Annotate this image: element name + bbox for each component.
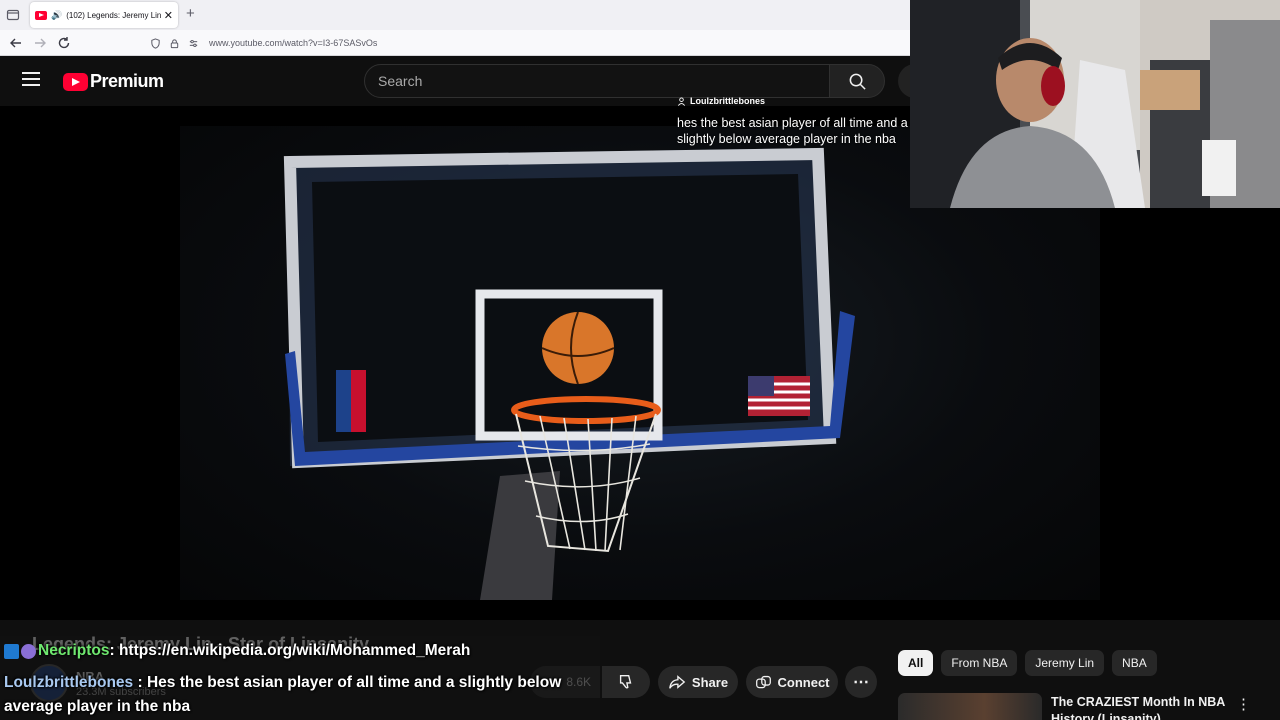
new-tab-icon[interactable]: + [186,5,195,22]
more-actions-button[interactable]: ⋯ [845,666,877,698]
forward-arrow-icon[interactable] [32,35,48,51]
chat-badge-icon [21,643,36,659]
back-arrow-icon[interactable] [8,35,24,51]
share-label: Share [691,674,729,690]
lock-icon[interactable] [169,38,180,49]
chat-notification: Loulzbrittlebones hes the best asian pla… [677,96,915,147]
youtube-play-icon [63,72,88,91]
brand-label: Premium [90,71,164,91]
user-icon [677,96,686,106]
browser-tab-active[interactable]: 🔊 (102) Legends: Jeremy Lin - Star of Li… [30,2,178,28]
search-box [364,64,830,98]
chat-badge-icon [4,643,19,659]
search-icon [849,73,866,90]
hamburger-menu-icon[interactable] [22,72,40,86]
chip-all[interactable]: All [898,650,934,676]
recommendation-thumbnail[interactable] [898,693,1042,720]
chat-username: Loulzbrittlebones [4,674,134,691]
close-tab-icon[interactable]: ✕ [164,9,173,22]
dislike-button[interactable] [602,666,650,698]
webcam-overlay [910,0,1280,208]
speaker-icon[interactable]: 🔊 [51,10,62,21]
browser-nav-bar: www.youtube.com/watch?v=I3-67SASvOs [0,30,910,56]
search-input[interactable] [365,65,829,97]
connect-button[interactable]: Connect [746,666,838,698]
recommendation-menu-icon[interactable]: ⋮ [1236,695,1251,713]
youtube-favicon-icon [35,10,47,20]
tab-list-icon[interactable] [6,8,20,22]
share-icon [669,675,686,689]
chip-from-nba[interactable]: From NBA [941,650,1018,676]
related-chips: All From NBA Jeremy Lin NBA [898,650,1165,676]
browser-tab-bar: 🔊 (102) Legends: Jeremy Lin - Star of Li… [0,0,910,30]
shield-icon[interactable] [150,37,161,49]
more-actions-icon: ⋯ [853,674,869,691]
url-text[interactable]: www.youtube.com/watch?v=I3-67SASvOs [209,38,377,48]
recommendation-title[interactable]: The CRAZIEST Month In NBA History (Linsa… [1051,694,1226,720]
chip-jeremy-lin[interactable]: Jeremy Lin [1025,650,1105,676]
stream-chat-overlay: Necriptos : https://en.wikipedia.org/wik… [0,636,600,720]
chat-popup-message: hes the best asian player of all time an… [677,116,908,146]
webcam-feed [910,0,1280,208]
permissions-icon[interactable] [188,38,199,49]
chat-line: Loulzbrittlebones : Hes the best asian p… [4,671,584,719]
share-button[interactable]: Share [658,666,738,698]
connect-label: Connect [777,674,830,690]
reload-icon[interactable] [56,35,72,51]
chat-popup-username: Loulzbrittlebones [690,96,765,106]
address-bar[interactable]: www.youtube.com/watch?v=I3-67SASvOs [150,33,910,53]
chip-nba[interactable]: NBA [1112,650,1157,676]
connect-icon [755,675,771,688]
chat-username: Necriptos [38,642,110,659]
chat-message: : https://en.wikipedia.org/wiki/Mohammed… [109,642,471,659]
youtube-logo[interactable]: Premium [63,71,164,92]
chat-line: Necriptos : https://en.wikipedia.org/wik… [4,642,470,660]
search-button[interactable] [829,64,885,98]
thumbs-down-icon [619,675,632,689]
tab-title: (102) Legends: Jeremy Lin - Star of Lins… [66,10,161,20]
